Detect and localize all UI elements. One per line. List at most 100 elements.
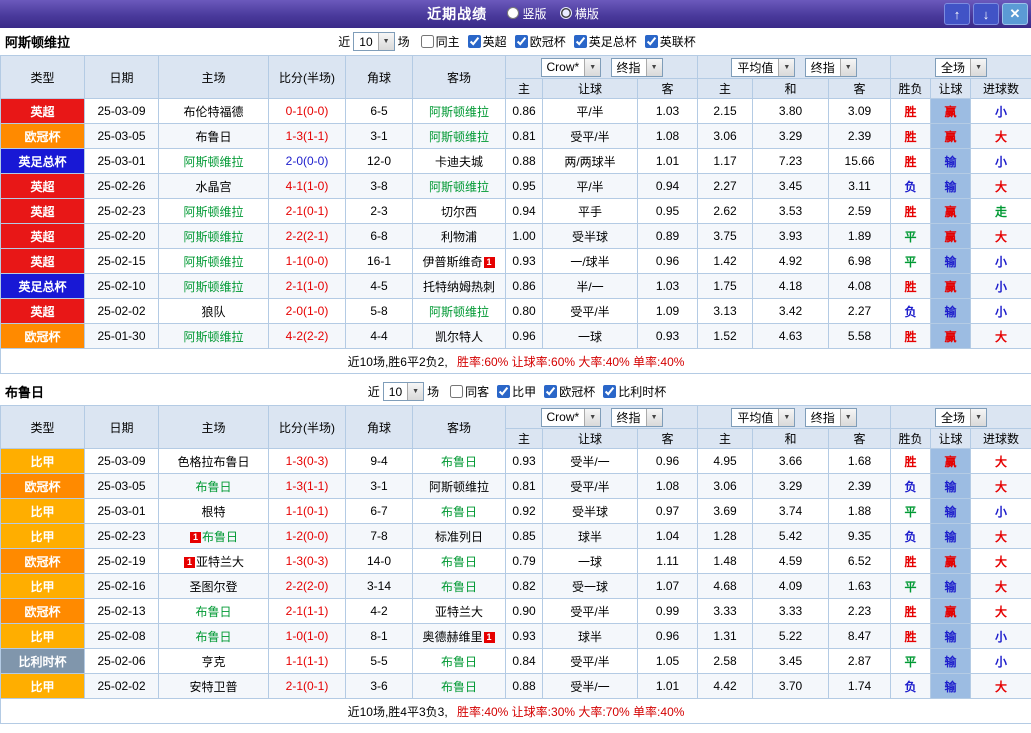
score: 2-0(0-0) xyxy=(269,149,346,174)
col-header-odds-handicap: 让球 xyxy=(543,79,638,99)
league-filter-1[interactable]: 欧冠杯 xyxy=(515,33,566,50)
result-handicap: 输 xyxy=(931,649,971,674)
team-name-text: 布鲁日 xyxy=(441,580,477,594)
avg-home: 1.28 xyxy=(698,524,753,549)
recent-count-select[interactable]: 10▼ xyxy=(353,32,394,51)
home-team: 1布鲁日 xyxy=(159,524,269,549)
red-card-badge: 1 xyxy=(190,532,201,543)
col-header-avg-draw: 和 xyxy=(753,429,829,449)
away-team: 布鲁日 xyxy=(413,674,506,699)
result-wdl: 负 xyxy=(891,474,931,499)
avg-draw: 4.09 xyxy=(753,574,829,599)
match-date: 25-03-05 xyxy=(85,474,159,499)
recent-count-select[interactable]: 10▼ xyxy=(383,382,424,401)
scope-select[interactable]: 全场▼ xyxy=(935,408,987,427)
average-final-select[interactable]: 终指▼ xyxy=(805,408,857,427)
odds-final-select[interactable]: 终指▼ xyxy=(611,58,663,77)
average-select[interactable]: 平均值▼ xyxy=(731,408,795,427)
average-final-select[interactable]: 终指▼ xyxy=(805,58,857,77)
col-header-odds-away: 客 xyxy=(638,79,698,99)
odds-away: 0.97 xyxy=(638,499,698,524)
result-handicap: 输 xyxy=(931,674,971,699)
team-name-text: 伊普斯维奇 xyxy=(422,255,482,269)
league-checkbox[interactable] xyxy=(497,385,510,398)
result-wdl: 胜 xyxy=(891,324,931,349)
summary-row: 近10场,胜6平2负2, 胜率:60% 让球率:60% 大率:40% 单率:40… xyxy=(1,349,1031,374)
league-filter-2[interactable]: 英足总杯 xyxy=(574,33,637,50)
league-filter-0[interactable]: 英超 xyxy=(468,33,507,50)
col-header-away: 客场 xyxy=(413,56,506,99)
odds-away: 0.94 xyxy=(638,174,698,199)
league-filter-1[interactable]: 欧冠杯 xyxy=(544,383,595,400)
league-type-badge: 比甲 xyxy=(1,499,85,524)
match-date: 25-02-19 xyxy=(85,549,159,574)
odds-provider-select[interactable]: Crow*▼ xyxy=(541,58,602,77)
col-header-avg-draw: 和 xyxy=(753,79,829,99)
same-venue-checkbox[interactable] xyxy=(421,35,434,48)
match-row: 英超25-02-15阿斯顿维拉1-1(0-0)16-1伊普斯维奇10.93一/球… xyxy=(1,249,1031,274)
score: 2-2(2-1) xyxy=(269,224,346,249)
league-checkbox[interactable] xyxy=(468,35,481,48)
view-option-vertical[interactable]: 竖版 xyxy=(507,5,546,22)
close-button[interactable]: ✕ xyxy=(1002,3,1028,25)
result-wdl: 负 xyxy=(891,524,931,549)
league-type-badge: 欧冠杯 xyxy=(1,324,85,349)
team-name-text: 凯尔特人 xyxy=(435,330,483,344)
avg-home: 3.33 xyxy=(698,599,753,624)
league-checkbox[interactable] xyxy=(515,35,528,48)
odds-away: 1.04 xyxy=(638,524,698,549)
vertical-radio[interactable] xyxy=(507,7,519,19)
odds-away: 1.03 xyxy=(638,99,698,124)
result-wdl: 胜 xyxy=(891,124,931,149)
corners: 16-1 xyxy=(346,249,413,274)
same-venue-label: 同主 xyxy=(436,33,460,50)
odds-provider-select[interactable]: Crow*▼ xyxy=(541,408,602,427)
chevron-down-icon: ▼ xyxy=(584,59,600,76)
average-group-header: 平均值▼ 终指▼ xyxy=(698,406,891,429)
away-team: 切尔西 xyxy=(413,199,506,224)
league-type-badge: 欧冠杯 xyxy=(1,549,85,574)
match-date: 25-03-01 xyxy=(85,499,159,524)
horizontal-radio[interactable] xyxy=(560,7,572,19)
odds-final-select[interactable]: 终指▼ xyxy=(611,408,663,427)
league-filter-3[interactable]: 英联杯 xyxy=(645,33,696,50)
avg-away: 3.11 xyxy=(829,174,891,199)
league-type-badge: 比甲 xyxy=(1,524,85,549)
average-select[interactable]: 平均值▼ xyxy=(731,58,795,77)
view-option-horizontal[interactable]: 横版 xyxy=(560,5,599,22)
avg-draw: 3.29 xyxy=(753,474,829,499)
chevron-down-icon: ▼ xyxy=(407,383,423,400)
scroll-up-button[interactable]: ↑ xyxy=(944,3,970,25)
col-header-type: 类型 xyxy=(1,56,85,99)
match-row: 欧冠杯25-03-05布鲁日1-3(1-1)3-1阿斯顿维拉0.81受平/半1.… xyxy=(1,474,1031,499)
odds-away: 1.08 xyxy=(638,474,698,499)
games-label: 场 xyxy=(398,33,410,50)
league-checkbox[interactable] xyxy=(574,35,587,48)
match-row: 比甲25-02-16圣图尔登2-2(2-0)3-14布鲁日0.82受一球1.07… xyxy=(1,574,1031,599)
match-row: 英超25-03-09布伦特福德0-1(0-0)6-5阿斯顿维拉0.86平/半1.… xyxy=(1,99,1031,124)
corners: 6-5 xyxy=(346,99,413,124)
team-name-text: 布鲁日 xyxy=(441,680,477,694)
same-venue-checkbox[interactable] xyxy=(450,385,463,398)
page-title: 近期战绩 xyxy=(427,6,487,22)
scope-select[interactable]: 全场▼ xyxy=(935,58,987,77)
result-goals: 小 xyxy=(971,274,1031,299)
away-team: 阿斯顿维拉 xyxy=(413,299,506,324)
league-filter-0[interactable]: 比甲 xyxy=(497,383,536,400)
league-checkbox[interactable] xyxy=(544,385,557,398)
score: 1-1(0-1) xyxy=(269,499,346,524)
scroll-down-button[interactable]: ↓ xyxy=(973,3,999,25)
league-checkbox[interactable] xyxy=(603,385,616,398)
avg-home: 1.52 xyxy=(698,324,753,349)
corners: 7-8 xyxy=(346,524,413,549)
league-filter-2[interactable]: 比利时杯 xyxy=(603,383,666,400)
same-venue-filter[interactable]: 同客 xyxy=(450,383,489,400)
corners: 4-4 xyxy=(346,324,413,349)
summary-row: 近10场,胜4平3负3, 胜率:40% 让球率:30% 大率:70% 单率:40… xyxy=(1,699,1031,724)
avg-home: 3.75 xyxy=(698,224,753,249)
section-head: 布鲁日 近10▼场同客比甲欧冠杯比利时杯 xyxy=(0,378,1031,405)
league-checkbox[interactable] xyxy=(645,35,658,48)
odds-home: 0.81 xyxy=(506,474,543,499)
col-header-avg-away: 客 xyxy=(829,79,891,99)
same-venue-filter[interactable]: 同主 xyxy=(421,33,460,50)
